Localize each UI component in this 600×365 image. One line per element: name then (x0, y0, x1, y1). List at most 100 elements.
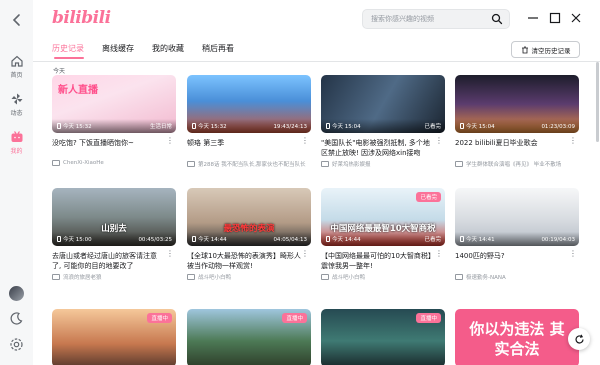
device-icon (57, 236, 61, 242)
avatar[interactable] (9, 286, 24, 301)
tab-history[interactable]: 历史记录 (52, 43, 84, 54)
more-options-icon[interactable]: ⋮ (435, 250, 443, 258)
video-thumbnail[interactable]: 今天 14:41 00:19/04:03 (455, 188, 579, 246)
video-title[interactable]: 【中国网络最最可怕的10大智商税】震惊我男一整年! (321, 251, 445, 271)
video-author[interactable]: 流浪的旅居老狼 (52, 273, 176, 281)
tab-favorites[interactable]: 我的收藏 (152, 43, 184, 54)
scrollbar[interactable] (596, 62, 599, 142)
video-thumbnail[interactable]: 新人直播 今天 15:32 生活日常 (52, 75, 176, 133)
device-icon (460, 123, 464, 129)
video-title[interactable]: 去唐山或者经过唐山的旅客请注意了, 可能你的目的地要改了 (52, 251, 176, 271)
more-options-icon[interactable]: ⋮ (301, 137, 309, 145)
refresh-button[interactable] (568, 328, 590, 350)
video-card[interactable]: 今天 15:04 01:23/03:09 2022 bilibili夏日毕业歌会 ⋮ 学… (455, 75, 579, 168)
video-author[interactable]: 第288话 我不配当队长,那家伙也不配当队长 (187, 160, 311, 168)
video-thumbnail[interactable]: 中国网络最最智10大智商税 已看完 今天 14:44 已看完 (321, 188, 445, 246)
more-options-icon[interactable]: ⋮ (569, 250, 577, 258)
watch-time: 今天 15:04 (326, 122, 361, 130)
author-name: ChenXi-XiaoHe (63, 160, 104, 166)
device-icon (192, 123, 196, 129)
back-chevron-icon[interactable] (9, 12, 25, 28)
video-author[interactable]: 好莱坞热影娱报 (321, 160, 445, 168)
video-thumbnail[interactable]: 山别去 今天 15:00 00:45/03:25 (52, 188, 176, 246)
rail-item-home[interactable]: 首页 (0, 54, 33, 79)
video-card[interactable]: 今天 15:32 19:43/24:13 顿珞 第三季 ⋮ 第288话 我不配当队长,那… (187, 75, 311, 168)
rail-item-label: 首页 (10, 72, 23, 79)
video-title[interactable]: "美国队长"电影被强烈抵制, 多个地区禁止放映! 因涉及网络xin接吻 (321, 138, 445, 158)
video-card[interactable]: 直播中 (52, 309, 176, 365)
header-divider (33, 61, 600, 62)
more-options-icon[interactable]: ⋮ (301, 250, 309, 258)
video-thumbnail[interactable]: 直播中 (52, 309, 176, 365)
video-card[interactable]: 山别去 今天 15:00 00:45/03:25 去唐山或者经过唐山的旅客请注意了, … (52, 188, 176, 281)
uploader-icon (52, 160, 60, 166)
status-badge: 直播中 (147, 313, 172, 323)
moon-icon[interactable] (9, 311, 24, 326)
search-icon[interactable] (491, 13, 503, 25)
video-title[interactable]: 没吃饱? 下饭直播晒饱你~ (52, 138, 176, 158)
video-thumbnail[interactable]: 今天 15:04 已看完 (321, 75, 445, 133)
video-title[interactable]: 1400匹的野马? (455, 251, 579, 271)
active-tab-indicator (54, 57, 84, 59)
video-author[interactable]: 战斗吧小白鸭 (321, 273, 445, 281)
clear-history-button[interactable]: 清空历史记录 (511, 41, 580, 58)
watch-time-text: 今天 15:04 (332, 124, 361, 130)
video-card[interactable]: 新人直播 今天 15:32 生活日常 没吃饱? 下饭直播晒饱你~ ⋮ ChenXi-Xia… (52, 75, 176, 166)
tv-icon (11, 131, 22, 142)
video-author[interactable]: 极速勤务-NANA (455, 273, 579, 281)
more-options-icon[interactable]: ⋮ (166, 250, 174, 258)
video-title[interactable]: 顿珞 第三季 (187, 138, 311, 158)
rail-item-mine[interactable]: 我的 (0, 130, 33, 155)
video-thumbnail[interactable]: 今天 15:32 19:43/24:13 (187, 75, 311, 133)
bilibili-logo[interactable]: bilibili (52, 8, 111, 28)
tab-watch-later[interactable]: 稍后再看 (202, 43, 234, 54)
video-card[interactable]: 你以为违法 其实合法 (455, 309, 579, 365)
device-icon (326, 236, 330, 242)
author-name: 第288话 我不配当队长,那家伙也不配当队长 (198, 162, 306, 168)
search-input[interactable]: 搜索你感兴趣的视频 (371, 14, 434, 24)
video-title[interactable]: 【全球10大最恐怖的表演秀】畸形人被当作动物一样观赏! (187, 251, 311, 271)
video-author[interactable]: 学生群体联合演唱《再见》 毕业不散场 (455, 160, 579, 168)
watch-time-text: 今天 15:00 (63, 237, 92, 243)
more-options-icon[interactable]: ⋮ (435, 137, 443, 145)
video-card[interactable]: 今天 15:04 已看完 "美国队长"电影被强烈抵制, 多个地区禁止放映! 因涉及网… (321, 75, 445, 168)
progress-text: 00:45/03:25 (138, 237, 172, 243)
clear-history-label: 清空历史记录 (531, 46, 571, 55)
video-card[interactable]: 直播中 (187, 309, 311, 365)
more-options-icon[interactable]: ⋮ (569, 137, 577, 145)
video-card[interactable]: 最恐怖的表演 今天 14:44 04:05/04:13 【全球10大最恐怖的表演秀】畸… (187, 188, 311, 281)
author-name: 极速勤务-NANA (466, 275, 506, 281)
video-title[interactable]: 2022 bilibili夏日毕业歌会 (455, 138, 579, 158)
watch-time-text: 今天 14:44 (332, 237, 361, 243)
video-thumbnail[interactable]: 最恐怖的表演 今天 14:44 04:05/04:13 (187, 188, 311, 246)
video-thumbnail[interactable]: 直播中 (321, 309, 445, 365)
video-card[interactable]: 今天 14:41 00:19/04:03 1400匹的野马? ⋮ 极速勤务-NANA (455, 188, 579, 281)
video-thumbnail[interactable]: 今天 15:04 01:23/03:09 (455, 75, 579, 133)
watch-time: 今天 15:32 (192, 122, 227, 130)
more-options-icon[interactable]: ⋮ (166, 137, 174, 145)
tab-offline-cache[interactable]: 离线缓存 (102, 43, 134, 54)
watch-time: 今天 15:32 (57, 122, 92, 130)
close-icon[interactable] (569, 11, 583, 25)
watch-time-text: 今天 15:32 (198, 124, 227, 130)
video-thumbnail[interactable]: 直播中 (187, 309, 311, 365)
gear-icon[interactable] (9, 337, 24, 352)
uploader-icon (321, 161, 329, 167)
watch-time-text: 今天 15:04 (466, 124, 495, 130)
minimize-icon[interactable] (526, 11, 540, 25)
video-card[interactable]: 中国网络最最智10大智商税 已看完 今天 14:44 已看完【中国网络最最可怕的10大… (321, 188, 445, 281)
thumbnail-caption: 新人直播 (58, 85, 98, 96)
maximize-icon[interactable] (548, 11, 562, 25)
progress-text: 19:43/24:13 (273, 124, 307, 130)
rail-item-dynamic[interactable]: 动态 (0, 92, 33, 117)
video-author[interactable]: 战斗吧小白鸭 (187, 273, 311, 281)
rail-item-label: 我的 (10, 148, 23, 155)
search-box[interactable]: 搜索你感兴趣的视频 (362, 9, 510, 29)
video-thumbnail[interactable]: 你以为违法 其实合法 (455, 309, 579, 365)
device-icon (57, 123, 61, 129)
video-author[interactable]: ChenXi-XiaoHe (52, 160, 176, 166)
author-name: 战斗吧小白鸭 (198, 275, 232, 281)
progress-text: 04:05/04:13 (273, 237, 307, 243)
uploader-icon (455, 161, 463, 167)
video-card[interactable]: 直播中 (321, 309, 445, 365)
